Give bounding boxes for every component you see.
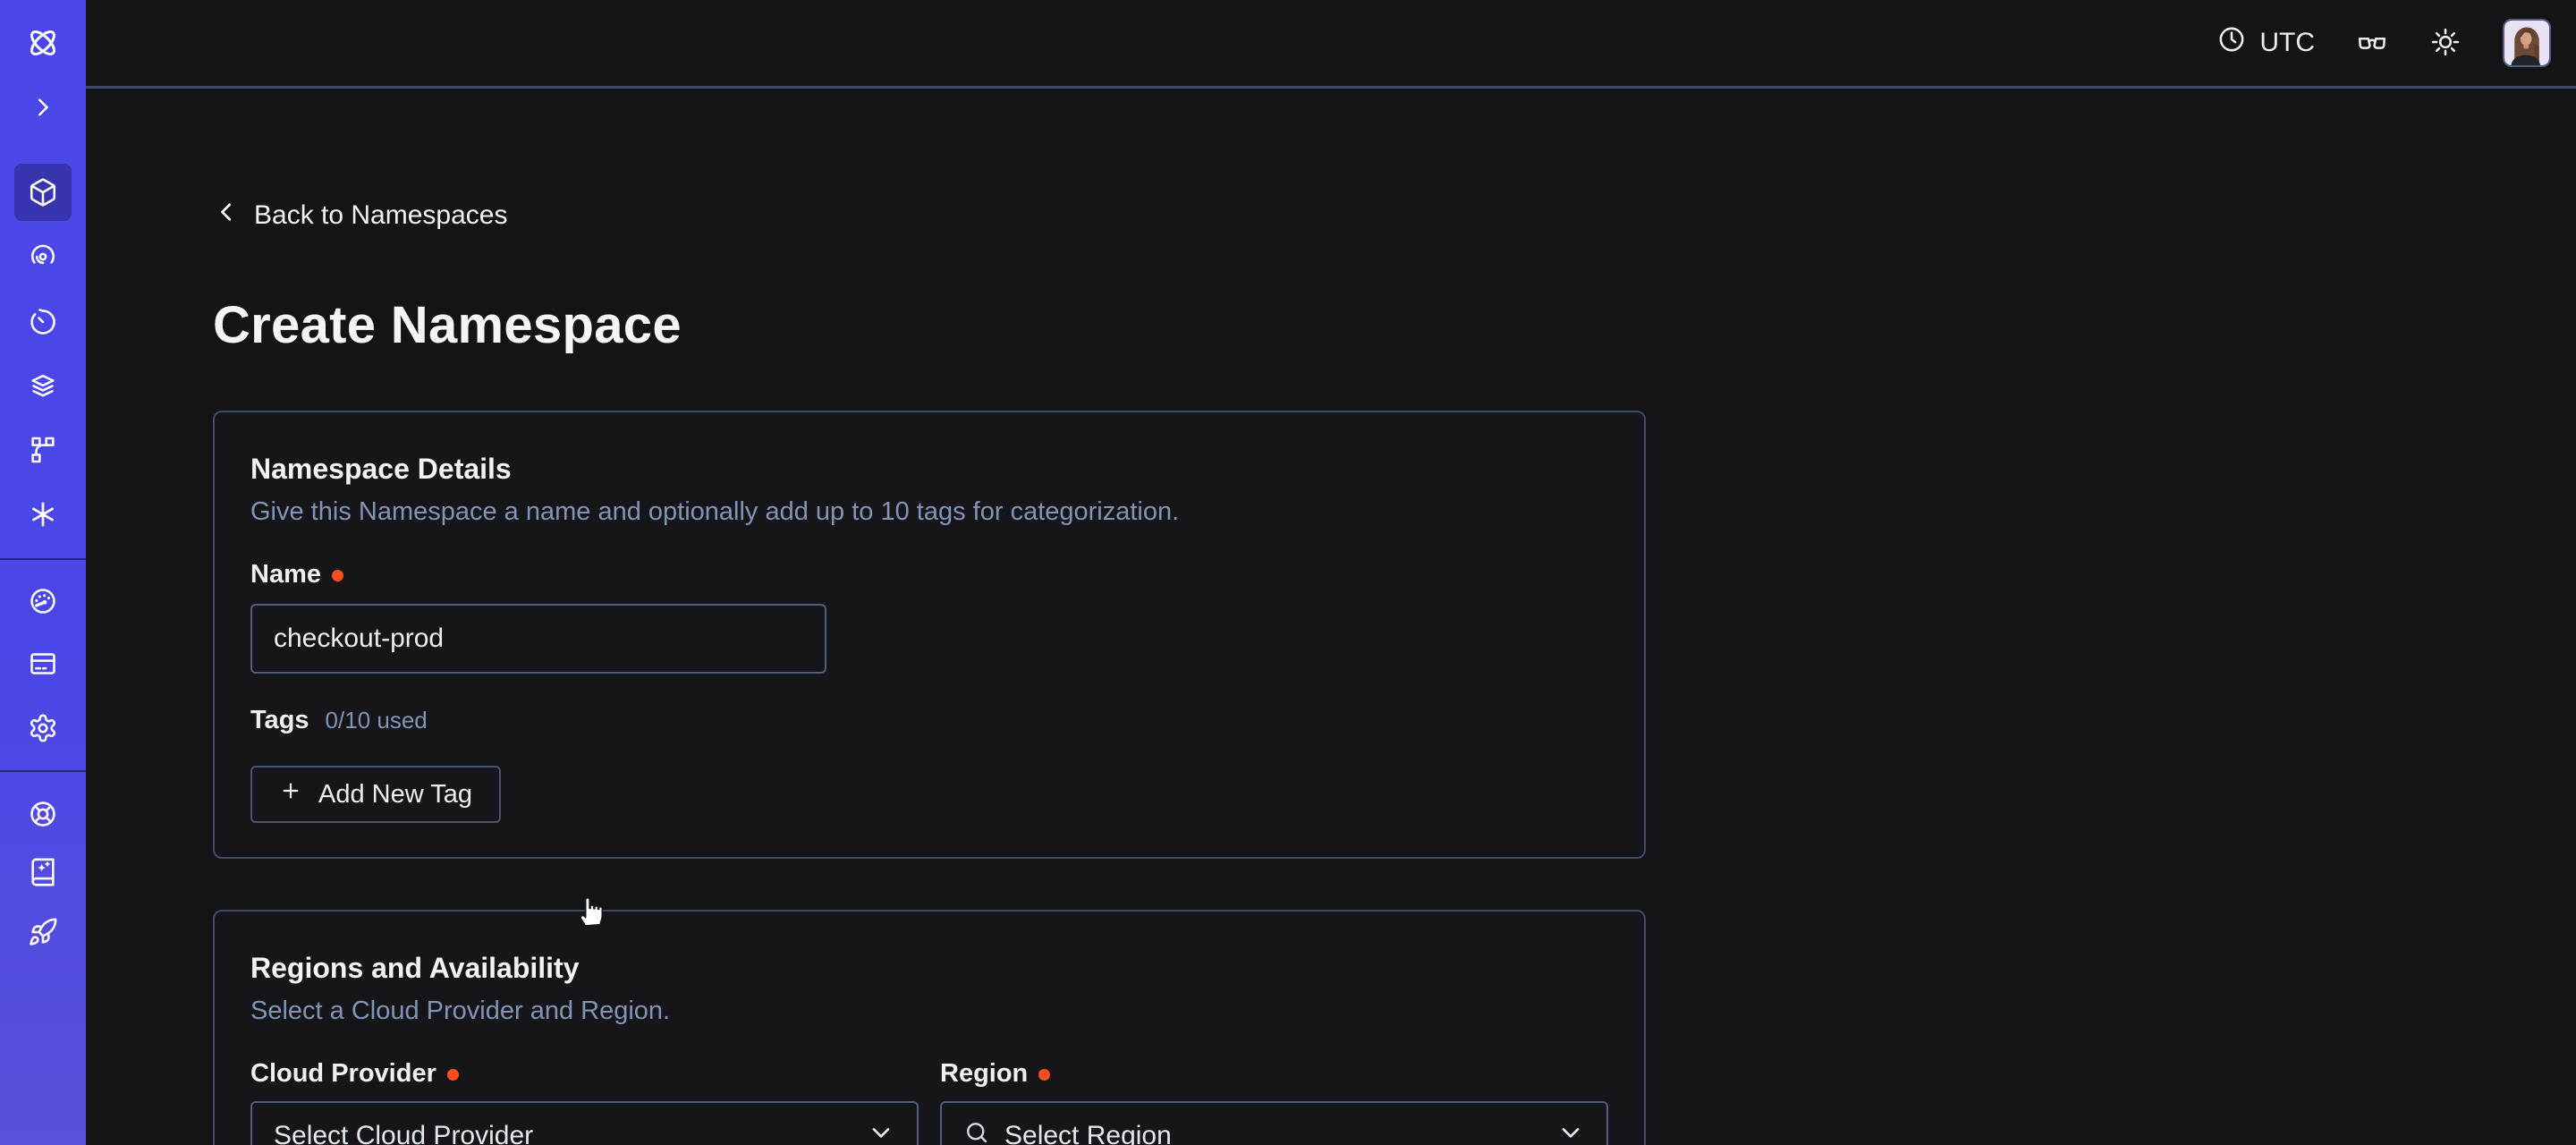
name-label-row: Name — [250, 559, 1608, 589]
tags-label: Tags — [250, 706, 309, 735]
regions-card: Regions and Availability Select a Cloud … — [213, 910, 1646, 1145]
cloud-provider-label: Cloud Provider — [250, 1058, 436, 1089]
card-title: Namespace Details — [250, 452, 1608, 486]
provider-region-grid: Cloud Provider Select Cloud Provider — [250, 1058, 1608, 1145]
sun-icon — [2429, 26, 2462, 61]
timezone-label: UTC — [2259, 28, 2315, 58]
sidebar-expand-button[interactable] — [14, 79, 72, 136]
cloud-provider-column: Cloud Provider Select Cloud Provider — [250, 1058, 919, 1145]
back-link[interactable]: Back to Namespaces — [213, 199, 507, 233]
asterisk-icon — [28, 499, 58, 530]
sidebar-item-schedules[interactable] — [14, 293, 72, 351]
sidebar-item-billing[interactable] — [14, 635, 72, 692]
avatar[interactable] — [2503, 19, 2551, 67]
chevron-right-icon — [30, 94, 56, 121]
name-label: Name — [250, 559, 321, 589]
region-placeholder: Select Region — [1004, 1121, 1172, 1145]
card-subtitle: Select a Cloud Provider and Region. — [250, 996, 1608, 1026]
sidebar-item-namespaces[interactable] — [14, 164, 72, 221]
timezone-selector[interactable]: UTC — [2216, 24, 2315, 62]
spiral-eye-icon — [28, 242, 58, 272]
sidebar-item-support[interactable] — [14, 785, 72, 843]
labs-button[interactable] — [2356, 26, 2388, 61]
cloud-provider-placeholder: Select Cloud Provider — [274, 1121, 533, 1145]
namespace-name-input[interactable] — [250, 604, 826, 674]
sidebar-item-usage[interactable] — [14, 572, 72, 630]
card-title: Regions and Availability — [250, 951, 1608, 985]
tags-counter: 0/10 used — [326, 707, 428, 734]
sidebar-item-getting-started[interactable] — [14, 903, 72, 961]
chevron-down-icon — [1556, 1118, 1585, 1145]
theme-toggle-button[interactable] — [2429, 26, 2462, 61]
gauge-icon — [28, 586, 58, 616]
browser-icon — [28, 649, 58, 679]
sidebar-item-workflows[interactable] — [14, 228, 72, 285]
clock-icon — [2216, 24, 2247, 62]
required-dot — [447, 1069, 459, 1081]
sidebar-item-nexus[interactable] — [14, 486, 72, 543]
sidebar-item-deployments[interactable] — [14, 421, 72, 479]
region-label: Region — [940, 1058, 1028, 1089]
region-label-row: Region — [940, 1058, 1608, 1089]
sidebar-item-batch[interactable] — [14, 358, 72, 415]
chevron-down-icon — [867, 1118, 895, 1145]
required-dot — [332, 570, 343, 581]
topbar: UTC — [86, 0, 2576, 89]
search-icon — [963, 1119, 990, 1145]
temporal-logo-icon — [24, 24, 62, 62]
rocket-icon — [28, 917, 58, 947]
card-subtitle: Give this Namespace a name and optionall… — [250, 496, 1608, 527]
lifebuoy-icon — [28, 799, 58, 829]
main-region: UTC — [86, 0, 2576, 1145]
namespace-details-card: Namespace Details Give this Namespace a … — [213, 411, 1646, 859]
page-content: Back to Namespaces Create Namespace Name… — [86, 89, 2576, 1145]
sidebar — [0, 0, 86, 1145]
cloud-provider-label-row: Cloud Provider — [250, 1058, 919, 1089]
sidebar-divider — [0, 558, 86, 560]
glasses-icon — [2356, 26, 2388, 61]
cloud-provider-select[interactable]: Select Cloud Provider — [250, 1101, 919, 1145]
add-tag-button-label: Add New Tag — [318, 780, 472, 810]
back-link-label: Back to Namespaces — [254, 200, 507, 231]
tags-label-row: Tags 0/10 used — [250, 706, 1608, 735]
sidebar-item-settings[interactable] — [14, 700, 72, 757]
layers-icon — [28, 371, 58, 402]
sidebar-divider — [0, 770, 86, 772]
region-column: Region Select Region — [940, 1058, 1608, 1145]
gear-icon — [28, 713, 58, 743]
cube-icon — [28, 177, 58, 208]
timer-icon — [28, 307, 58, 337]
region-select[interactable]: Select Region — [940, 1101, 1608, 1145]
git-branch-icon — [28, 435, 58, 465]
book-sparkles-icon — [28, 857, 58, 887]
add-tag-button[interactable]: Add New Tag — [250, 766, 501, 823]
page-title: Create Namespace — [213, 295, 2576, 356]
sidebar-item-logo[interactable] — [14, 14, 72, 72]
sidebar-item-docs[interactable] — [14, 844, 72, 901]
plus-icon — [279, 779, 302, 810]
chevron-left-icon — [213, 199, 240, 233]
required-dot — [1038, 1069, 1050, 1081]
